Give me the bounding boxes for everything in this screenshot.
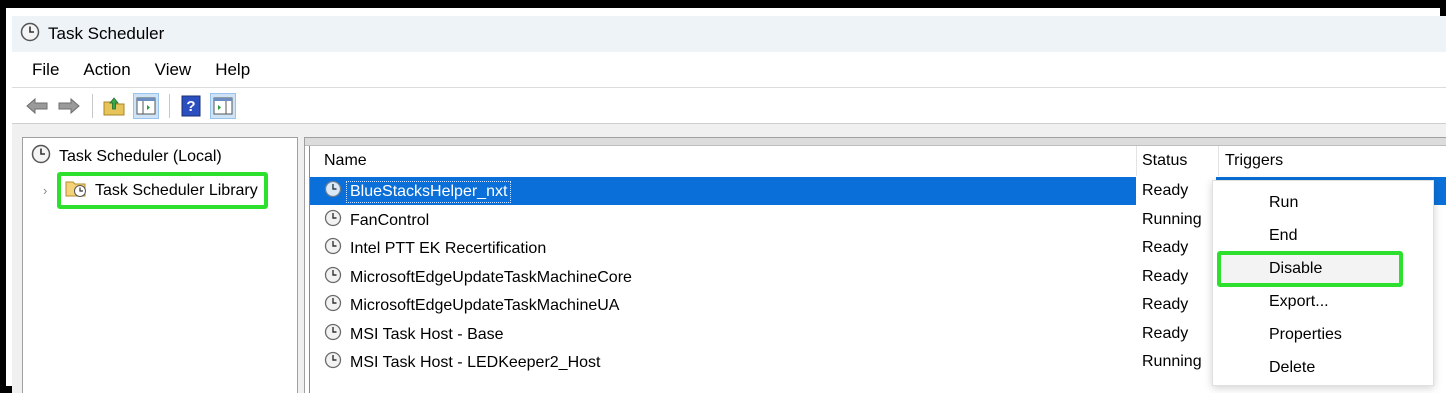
menu-item-properties[interactable]: Properties bbox=[1269, 326, 1342, 344]
column-header-triggers[interactable]: Triggers bbox=[1225, 152, 1283, 170]
highlight-box-library: Task Scheduler Library bbox=[57, 172, 268, 209]
task-status: Running bbox=[1142, 211, 1202, 228]
menu-help[interactable]: Help bbox=[215, 60, 250, 80]
tree-root-label: Task Scheduler (Local) bbox=[59, 147, 222, 165]
forward-arrow-icon[interactable] bbox=[56, 93, 82, 119]
task-name-cell: MicrosoftEdgeUpdateTaskMachineCore bbox=[324, 266, 635, 289]
folder-clock-icon bbox=[65, 178, 89, 203]
task-name: MicrosoftEdgeUpdateTaskMachineCore bbox=[350, 268, 632, 286]
menu-item-export[interactable]: Export... bbox=[1269, 293, 1329, 311]
menu-bar: File Action View Help bbox=[12, 52, 1446, 88]
clock-app-icon bbox=[20, 22, 40, 47]
up-folder-icon[interactable] bbox=[101, 93, 127, 119]
task-status: Running bbox=[1142, 353, 1202, 370]
show-hide-console-tree-icon[interactable] bbox=[133, 92, 159, 119]
task-name-cell: Intel PTT EK Recertification bbox=[324, 237, 549, 260]
toolbar: ? bbox=[12, 88, 1446, 124]
clock-icon bbox=[31, 144, 51, 169]
column-header-status[interactable]: Status bbox=[1142, 152, 1187, 170]
task-status: Ready bbox=[1142, 296, 1189, 313]
task-clock-icon bbox=[324, 266, 342, 289]
menu-view[interactable]: View bbox=[155, 60, 192, 80]
column-header-name[interactable]: Name bbox=[324, 152, 367, 170]
tree-item-label: Task Scheduler Library bbox=[95, 181, 258, 199]
svg-text:?: ? bbox=[186, 98, 195, 115]
task-scheduler-window: Task Scheduler File Action View Help ? T… bbox=[0, 0, 1446, 393]
task-name-cell: MSI Task Host - LEDKeeper2_Host bbox=[324, 351, 603, 374]
task-name-cell: MicrosoftEdgeUpdateTaskMachineUA bbox=[324, 294, 622, 317]
task-name: FanControl bbox=[350, 211, 430, 229]
tree-item-task-scheduler-library[interactable]: › Task Scheduler Library bbox=[43, 172, 268, 209]
column-header-row: Name Status Triggers bbox=[310, 146, 1446, 176]
task-name-cell: BlueStacksHelper_nxt bbox=[324, 180, 512, 203]
menu-item-end[interactable]: End bbox=[1269, 227, 1297, 245]
console-tree-pane: Task Scheduler (Local) › Task Scheduler … bbox=[22, 137, 298, 393]
menu-item-run[interactable]: Run bbox=[1269, 194, 1298, 212]
task-name-cell: MSI Task Host - Base bbox=[324, 323, 507, 346]
task-name: Intel PTT EK Recertification bbox=[350, 239, 547, 257]
column-divider[interactable] bbox=[1218, 146, 1219, 176]
task-clock-icon bbox=[324, 294, 342, 317]
menu-item-disable[interactable]: Disable bbox=[1269, 260, 1322, 278]
chevron-right-icon[interactable]: › bbox=[43, 183, 57, 198]
title-bar: Task Scheduler bbox=[12, 16, 1446, 52]
task-name-cell: FanControl bbox=[324, 209, 432, 232]
menu-action[interactable]: Action bbox=[83, 60, 130, 80]
tree-root-item[interactable]: Task Scheduler (Local) bbox=[31, 144, 222, 169]
column-divider[interactable] bbox=[1136, 146, 1137, 176]
task-status: Ready bbox=[1142, 268, 1189, 285]
help-icon[interactable]: ? bbox=[178, 93, 204, 119]
pane-top-bar bbox=[305, 138, 1446, 146]
task-clock-icon bbox=[324, 237, 342, 260]
menu-file[interactable]: File bbox=[32, 60, 59, 80]
task-clock-icon bbox=[324, 180, 342, 203]
show-hide-action-pane-icon[interactable] bbox=[210, 92, 236, 119]
task-name: BlueStacksHelper_nxt bbox=[345, 180, 512, 203]
task-status: Ready bbox=[1142, 239, 1189, 256]
toolbar-separator bbox=[92, 93, 93, 118]
task-clock-icon bbox=[324, 323, 342, 346]
task-name: MSI Task Host - Base bbox=[350, 325, 504, 343]
back-arrow-icon[interactable] bbox=[24, 93, 50, 119]
task-name: MSI Task Host - LEDKeeper2_Host bbox=[350, 353, 601, 371]
window-title: Task Scheduler bbox=[48, 24, 165, 43]
task-name: MicrosoftEdgeUpdateTaskMachineUA bbox=[350, 296, 620, 314]
context-menu: Run End Disable Export... Properties Del… bbox=[1212, 180, 1434, 386]
task-status: Ready bbox=[1142, 325, 1189, 342]
task-clock-icon bbox=[324, 351, 342, 374]
task-clock-icon bbox=[324, 209, 342, 232]
menu-item-delete[interactable]: Delete bbox=[1269, 359, 1315, 377]
toolbar-separator bbox=[169, 93, 170, 118]
task-status: Ready bbox=[1142, 182, 1189, 199]
